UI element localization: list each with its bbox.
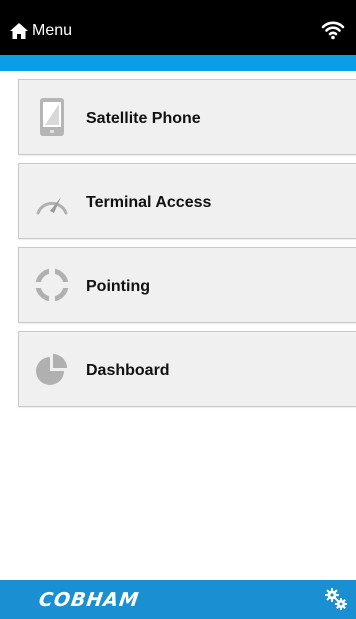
menu-item-pointing[interactable]: Pointing: [18, 247, 356, 323]
menu-button[interactable]: Menu: [10, 20, 72, 42]
crosshair-icon: [34, 267, 70, 303]
top-bar: Menu: [0, 0, 356, 55]
menu-item-label: Terminal Access: [86, 194, 212, 211]
menu-item-label: Satellite Phone: [86, 110, 201, 127]
gears-icon[interactable]: [324, 587, 348, 611]
pie-chart-icon: [34, 351, 70, 387]
home-icon: [10, 23, 28, 39]
menu-label: Menu: [32, 22, 73, 39]
cobham-logo: COBHAM: [37, 589, 141, 611]
menu-item-label: Pointing: [86, 278, 150, 295]
phone-icon: [34, 98, 70, 136]
menu-item-satellite-phone[interactable]: Satellite Phone: [18, 79, 356, 155]
accent-bar: [0, 55, 356, 71]
speedometer-icon: [34, 183, 70, 219]
menu-item-dashboard[interactable]: Dashboard: [18, 331, 356, 407]
footer-bar: COBHAM: [0, 580, 356, 619]
menu-item-label: Dashboard: [86, 362, 170, 379]
wifi-icon: [321, 20, 345, 45]
menu-item-terminal-access[interactable]: Terminal Access: [18, 163, 356, 239]
